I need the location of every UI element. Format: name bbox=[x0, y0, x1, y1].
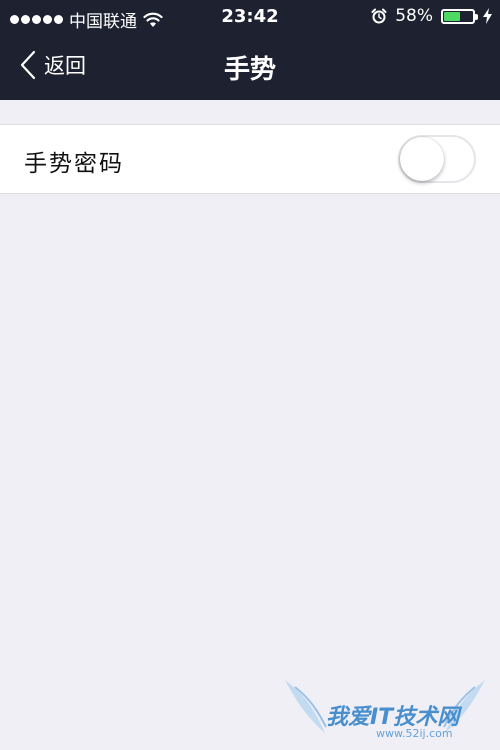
toggle-knob bbox=[400, 137, 444, 181]
watermark-url: www.52ij.com bbox=[376, 727, 453, 740]
battery-percent: 58% bbox=[395, 6, 433, 26]
gesture-password-toggle[interactable] bbox=[398, 135, 476, 183]
status-right: 58% bbox=[371, 6, 492, 26]
status-bar: 中国联通 23:42 58% bbox=[0, 0, 500, 34]
page-title: 手势 bbox=[223, 55, 276, 85]
charging-icon bbox=[483, 8, 492, 24]
navigation-bar: 返回 手势 bbox=[0, 34, 500, 100]
alarm-icon bbox=[371, 8, 387, 24]
gesture-password-row: 手势密码 bbox=[0, 124, 500, 194]
battery-fill bbox=[444, 11, 460, 21]
battery-icon bbox=[441, 8, 478, 24]
watermark: 我爱IT技术网 www.52ij.com bbox=[280, 675, 490, 745]
gesture-password-label: 手势密码 bbox=[24, 151, 124, 177]
